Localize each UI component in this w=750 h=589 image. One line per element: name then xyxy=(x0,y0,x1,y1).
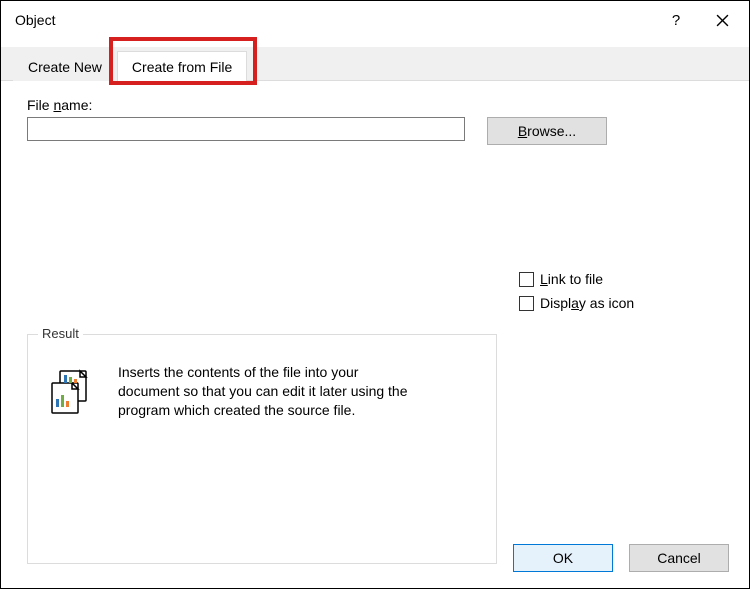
cancel-button[interactable]: Cancel xyxy=(629,544,729,572)
browse-button[interactable]: Browse... xyxy=(487,117,607,145)
result-legend: Result xyxy=(38,326,83,341)
link-to-file-label: Link to file xyxy=(540,271,603,287)
object-dialog: Object ? Create New Create from File Fil… xyxy=(0,0,750,589)
checkbox-icon xyxy=(519,272,534,287)
help-button[interactable]: ? xyxy=(653,5,699,35)
tab-create-from-file[interactable]: Create from File xyxy=(117,51,247,81)
tab-create-new[interactable]: Create New xyxy=(13,51,117,81)
file-name-input[interactable] xyxy=(27,117,465,141)
result-group: Result Inserts xyxy=(27,334,497,564)
dialog-body: File name: Browse... Link to file Displa… xyxy=(1,81,749,528)
document-embed-icon xyxy=(46,369,98,415)
tabstrip: Create New Create from File xyxy=(1,47,749,81)
close-button[interactable] xyxy=(699,5,745,35)
checkbox-icon xyxy=(519,296,534,311)
link-to-file-checkbox[interactable]: Link to file xyxy=(519,271,634,287)
close-icon xyxy=(716,14,729,27)
display-as-icon-label: Display as icon xyxy=(540,295,634,311)
result-description: Inserts the contents of the file into yo… xyxy=(118,363,418,420)
titlebar: Object ? xyxy=(1,1,749,39)
display-as-icon-checkbox[interactable]: Display as icon xyxy=(519,295,634,311)
window-title: Object xyxy=(15,12,55,28)
ok-button[interactable]: OK xyxy=(513,544,613,572)
file-name-label: File name: xyxy=(27,97,723,113)
